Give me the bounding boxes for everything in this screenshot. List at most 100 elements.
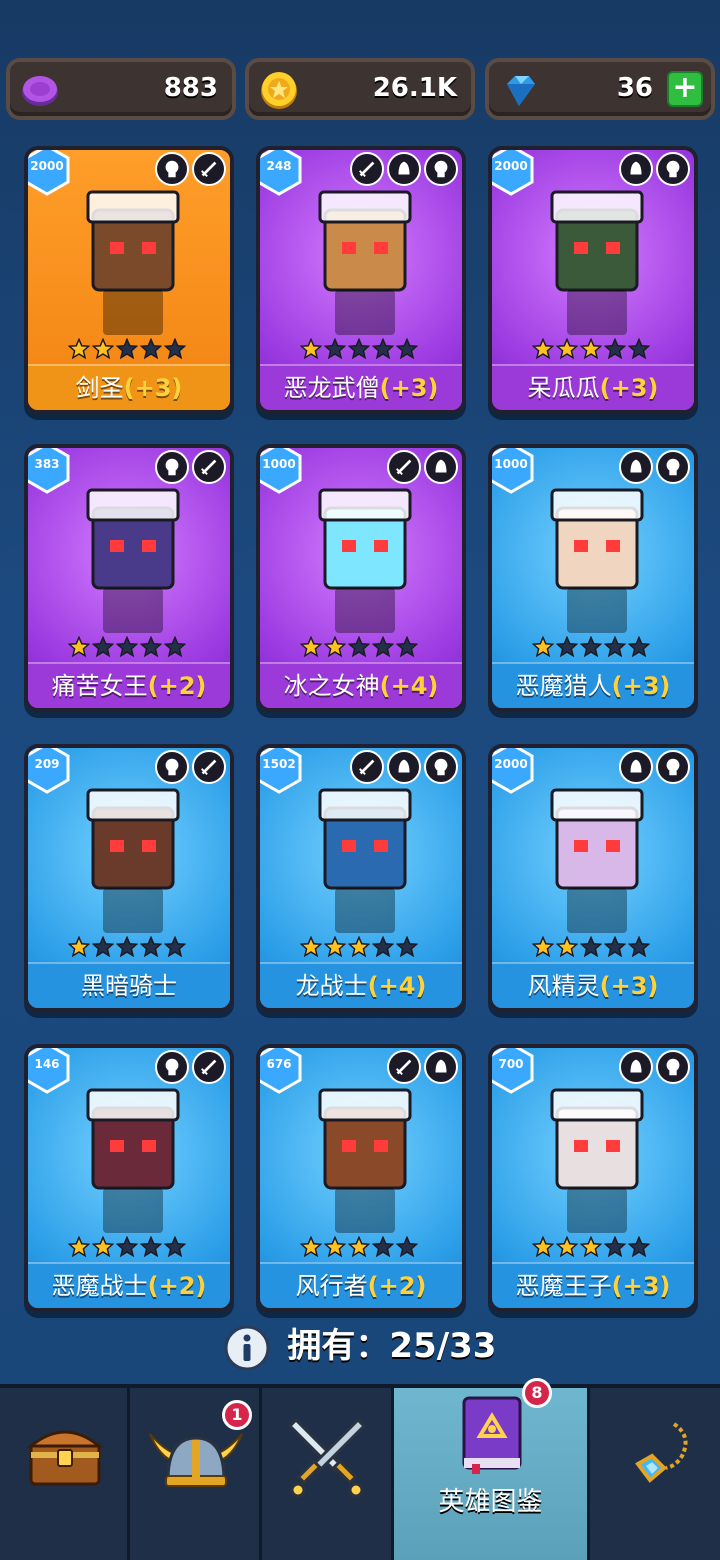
hero-name: 恶魔王子: [515, 1272, 612, 1300]
hero-card[interactable]: 2000 呆瓜瓜(+3): [488, 146, 698, 414]
nav-item-chest[interactable]: [0, 1388, 130, 1560]
hero-stars: [300, 636, 418, 658]
hero-card[interactable]: 2000 风精灵(+3): [488, 744, 698, 1012]
nav-item-hero-book[interactable]: 8 英雄图鉴: [394, 1378, 590, 1560]
hero-class-icon: [619, 750, 653, 784]
hero-tags: [387, 1050, 458, 1084]
nav-item-battle[interactable]: [262, 1388, 394, 1560]
diamond-icon: [507, 76, 535, 106]
hero-name-bar: 恶龙武僧(+3): [260, 364, 462, 410]
hero-name-bar: 恶魔猎人(+3): [492, 662, 694, 708]
level-badge: [492, 150, 534, 196]
owned-label: 拥有：: [287, 1326, 390, 1366]
hero-stars: [300, 338, 418, 360]
heroes-notification-badge: 1: [222, 1400, 252, 1430]
hero-tags: [155, 1050, 226, 1084]
hero-name: 黑暗骑士: [81, 972, 177, 1000]
hero-card[interactable]: 248 恶龙武僧(+3): [256, 146, 466, 414]
currency-gold-coin: 26.1K: [245, 58, 475, 120]
hero-name-bar: 冰之女神(+4): [260, 662, 462, 708]
purple-gem-icon: [22, 76, 58, 106]
hero-portrait: [318, 488, 412, 633]
hero-class-icon: [424, 450, 458, 484]
hero-card[interactable]: 1000 恶魔猎人(+3): [488, 444, 698, 712]
hero-name: 呆瓜瓜: [527, 374, 600, 402]
hero-name-bar: 风行者(+2): [260, 1262, 462, 1308]
hero-class-icon: [350, 152, 384, 186]
hero-class-icon: [192, 750, 226, 784]
hero-book-notification-badge: 8: [522, 1378, 552, 1408]
hero-portrait: [318, 1088, 412, 1233]
hero-stars: [68, 1236, 186, 1258]
hero-tags: [155, 450, 226, 484]
hero-tags: [387, 450, 458, 484]
hero-bonus: (+2): [147, 1272, 207, 1300]
hero-class-icon: [192, 450, 226, 484]
nav-item-heroes[interactable]: 1: [130, 1388, 262, 1560]
hero-class-icon: [387, 1050, 421, 1084]
hero-name-bar: 恶魔战士(+2): [28, 1262, 230, 1308]
hero-card[interactable]: 383 痛苦女王(+2): [24, 444, 234, 712]
hero-bonus: (+2): [147, 672, 207, 700]
hero-name-bar: 呆瓜瓜(+3): [492, 364, 694, 410]
hero-portrait: [86, 190, 180, 335]
hero-name: 剑圣: [75, 374, 124, 402]
hero-tags: [619, 750, 690, 784]
hero-stars: [532, 1236, 650, 1258]
hero-bonus: (+3): [599, 374, 659, 402]
nav-item-amulet[interactable]: [590, 1388, 720, 1560]
owned-value: 25/33: [389, 1326, 497, 1366]
hero-name-bar: 黑暗骑士: [28, 962, 230, 1008]
add-diamond-button[interactable]: +: [667, 71, 703, 107]
hero-book-label: 英雄图鉴: [438, 1487, 543, 1517]
info-icon[interactable]: [224, 1325, 270, 1371]
hero-class-icon: [619, 152, 653, 186]
hero-class-icon: [350, 750, 384, 784]
currency-diamond: 36 +: [485, 58, 715, 120]
level-badge: [260, 448, 302, 494]
currency-purple-gem: 883: [6, 58, 236, 120]
level-badge: [28, 748, 70, 794]
hero-stars: [68, 338, 186, 360]
hero-name: 冰之女神: [283, 672, 380, 700]
hero-stars: [532, 338, 650, 360]
gold-coin-icon: [261, 72, 297, 109]
level-badge: [28, 1048, 70, 1094]
hero-portrait: [318, 788, 412, 933]
hero-card[interactable]: 146 恶魔战士(+2): [24, 1044, 234, 1312]
hero-card[interactable]: 209 黑暗骑士: [24, 744, 234, 1012]
hero-card[interactable]: 1502 龙战士(+4): [256, 744, 466, 1012]
hero-tags: [350, 152, 458, 186]
owned-count: 拥有：25/33: [0, 1318, 720, 1371]
level-badge: [28, 448, 70, 494]
hero-name: 龙战士: [295, 972, 368, 1000]
hero-name: 风精灵: [527, 972, 600, 1000]
hero-card[interactable]: 2000 剑圣(+3): [24, 146, 234, 414]
hero-stars: [68, 936, 186, 958]
hero-portrait: [550, 190, 644, 335]
hero-card[interactable]: 700 恶魔王子(+3): [488, 1044, 698, 1312]
hero-portrait: [550, 1088, 644, 1233]
hero-name-bar: 风精灵(+3): [492, 962, 694, 1008]
hero-name: 恶魔猎人: [515, 672, 612, 700]
hero-class-icon: [656, 750, 690, 784]
hero-bonus: (+4): [379, 672, 439, 700]
hero-tags: [619, 152, 690, 186]
level-badge: [260, 150, 302, 196]
hero-class-icon: [155, 152, 189, 186]
diamond-count: 36: [616, 73, 653, 103]
viking-helmet-icon: [149, 1433, 243, 1487]
hero-card[interactable]: 676 风行者(+2): [256, 1044, 466, 1312]
hero-name-bar: 恶魔王子(+3): [492, 1262, 694, 1308]
hero-name-bar: 痛苦女王(+2): [28, 662, 230, 708]
level-badge: [492, 1048, 534, 1094]
treasure-chest-icon: [26, 1430, 104, 1486]
hero-class-icon: [619, 450, 653, 484]
crossed-swords-icon: [287, 1417, 367, 1498]
level-badge: [492, 748, 534, 794]
hero-class-icon: [155, 750, 189, 784]
hero-portrait: [550, 488, 644, 633]
hero-card[interactable]: 1000 冰之女神(+4): [256, 444, 466, 712]
hero-name-bar: 龙战士(+4): [260, 962, 462, 1008]
hero-class-icon: [656, 450, 690, 484]
